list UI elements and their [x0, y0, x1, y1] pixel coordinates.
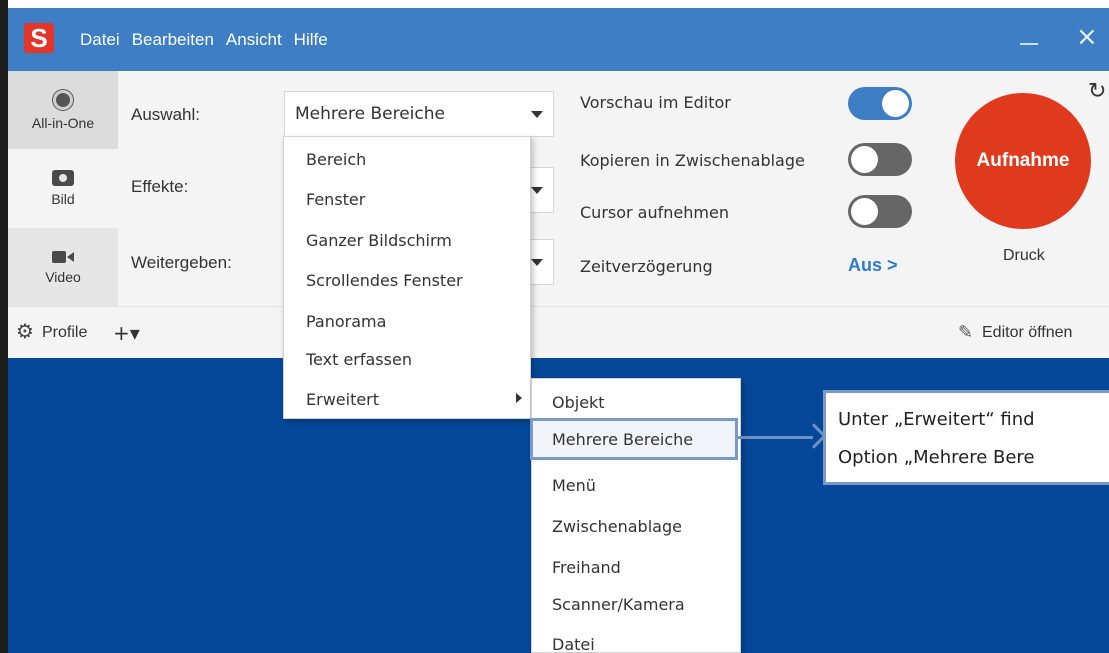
- toggle-knob: [882, 90, 909, 117]
- menu-bar: Datei Bearbeiten Ansicht Hilfe: [80, 30, 340, 50]
- capture-button[interactable]: Aufnahme: [955, 93, 1091, 229]
- tab-all-in-one[interactable]: All-in-One: [8, 71, 118, 149]
- selection-value: Mehrere Bereiche: [295, 104, 445, 124]
- menu-option-fenster[interactable]: Fenster: [306, 190, 365, 209]
- menu-bearbeiten[interactable]: Bearbeiten: [132, 30, 214, 50]
- record-icon: [53, 89, 73, 110]
- effects-label: Effekte:: [131, 177, 189, 196]
- video-camera-icon: [52, 250, 74, 264]
- capture-cursor-label: Cursor aufnehmen: [580, 203, 729, 222]
- delay-label: Zeitverzögerung: [580, 257, 713, 276]
- menu-datei[interactable]: Datei: [80, 30, 120, 50]
- submenu-option-objekt[interactable]: Objekt: [552, 393, 605, 412]
- menu-option-scrollendes-fenster[interactable]: Scrollendes Fenster: [306, 271, 463, 290]
- minimize-icon[interactable]: [1017, 23, 1043, 53]
- submenu-option-menue[interactable]: Menü: [552, 476, 596, 495]
- profile-button[interactable]: Profile: [42, 324, 87, 342]
- annotation-callout: Unter „Erweitert“ find Option „Mehrere B…: [823, 390, 1109, 485]
- open-editor-button[interactable]: Editor öffnen: [982, 324, 1072, 342]
- gear-icon[interactable]: ⚙: [16, 319, 34, 343]
- submenu-option-datei[interactable]: Datei: [552, 635, 595, 653]
- capture-cursor-toggle[interactable]: [848, 195, 912, 228]
- submenu-arrow-icon: [516, 393, 522, 403]
- selection-label: Auswahl:: [131, 105, 200, 124]
- submenu-option-freihand[interactable]: Freihand: [552, 558, 621, 577]
- tab-label: Video: [45, 268, 81, 285]
- preview-in-editor-toggle[interactable]: [848, 87, 912, 120]
- screen-left-edge: [0, 0, 8, 653]
- title-bar: S Datei Bearbeiten Ansicht Hilfe ×: [8, 8, 1109, 71]
- toggle-knob: [851, 146, 878, 173]
- chevron-down-icon: [531, 111, 543, 118]
- capture-mode-tabs: All-in-One Bild Video: [8, 71, 118, 306]
- menu-option-panorama[interactable]: Panorama: [306, 312, 386, 331]
- tab-label: Bild: [51, 190, 75, 207]
- copy-to-clipboard-toggle[interactable]: [848, 143, 912, 176]
- bottom-toolbar: ⚙ Profile +▾ ✎ Editor öffnen: [8, 306, 1109, 358]
- tab-label: All-in-One: [31, 114, 95, 131]
- chevron-down-icon: [531, 259, 543, 266]
- snagit-logo-icon: S: [24, 23, 54, 53]
- menu-option-ganzer-bildschirm[interactable]: Ganzer Bildschirm: [306, 231, 452, 250]
- share-label: Weitergeben:: [131, 253, 232, 272]
- reset-icon[interactable]: ↻: [1088, 79, 1106, 104]
- window-top-edge: [0, 0, 1109, 8]
- edit-icon[interactable]: ✎: [958, 322, 973, 343]
- menu-ansicht[interactable]: Ansicht: [226, 30, 282, 50]
- callout-text-line-1: Unter „Erweitert“ find: [838, 409, 1035, 430]
- menu-hilfe[interactable]: Hilfe: [294, 30, 328, 50]
- callout-text-line-2: Option „Mehrere Bere: [838, 447, 1035, 468]
- chevron-down-icon: [531, 187, 543, 194]
- menu-option-bereich[interactable]: Bereich: [306, 150, 366, 169]
- capture-hotkey: Druck: [1003, 247, 1045, 264]
- close-icon[interactable]: ×: [1076, 22, 1098, 52]
- camera-icon: [52, 169, 74, 186]
- tab-video[interactable]: Video: [8, 228, 118, 306]
- preview-in-editor-label: Vorschau im Editor: [580, 93, 731, 112]
- toggle-knob: [851, 198, 878, 225]
- submenu-option-scanner-kamera[interactable]: Scanner/Kamera: [552, 595, 685, 614]
- capture-panel: All-in-One Bild Video Auswahl: Mehrere B…: [8, 71, 1109, 306]
- menu-option-erweitert[interactable]: Erweitert: [306, 390, 379, 409]
- delay-value-link[interactable]: Aus >: [848, 255, 898, 276]
- submenu-option-mehrere-bereiche: Mehrere Bereiche: [552, 430, 694, 449]
- selection-menu: Bereich Fenster Ganzer Bildschirm Scroll…: [283, 136, 531, 419]
- add-profile-icon[interactable]: +▾: [113, 321, 140, 345]
- highlighted-option-mehrere-bereiche[interactable]: Mehrere Bereiche: [530, 418, 738, 460]
- copy-to-clipboard-label: Kopieren in Zwischenablage: [580, 151, 805, 170]
- menu-option-text-erfassen[interactable]: Text erfassen: [306, 350, 412, 369]
- selection-dropdown[interactable]: Mehrere Bereiche: [284, 91, 554, 137]
- tab-image[interactable]: Bild: [8, 149, 118, 227]
- submenu-option-zwischenablage[interactable]: Zwischenablage: [552, 517, 682, 536]
